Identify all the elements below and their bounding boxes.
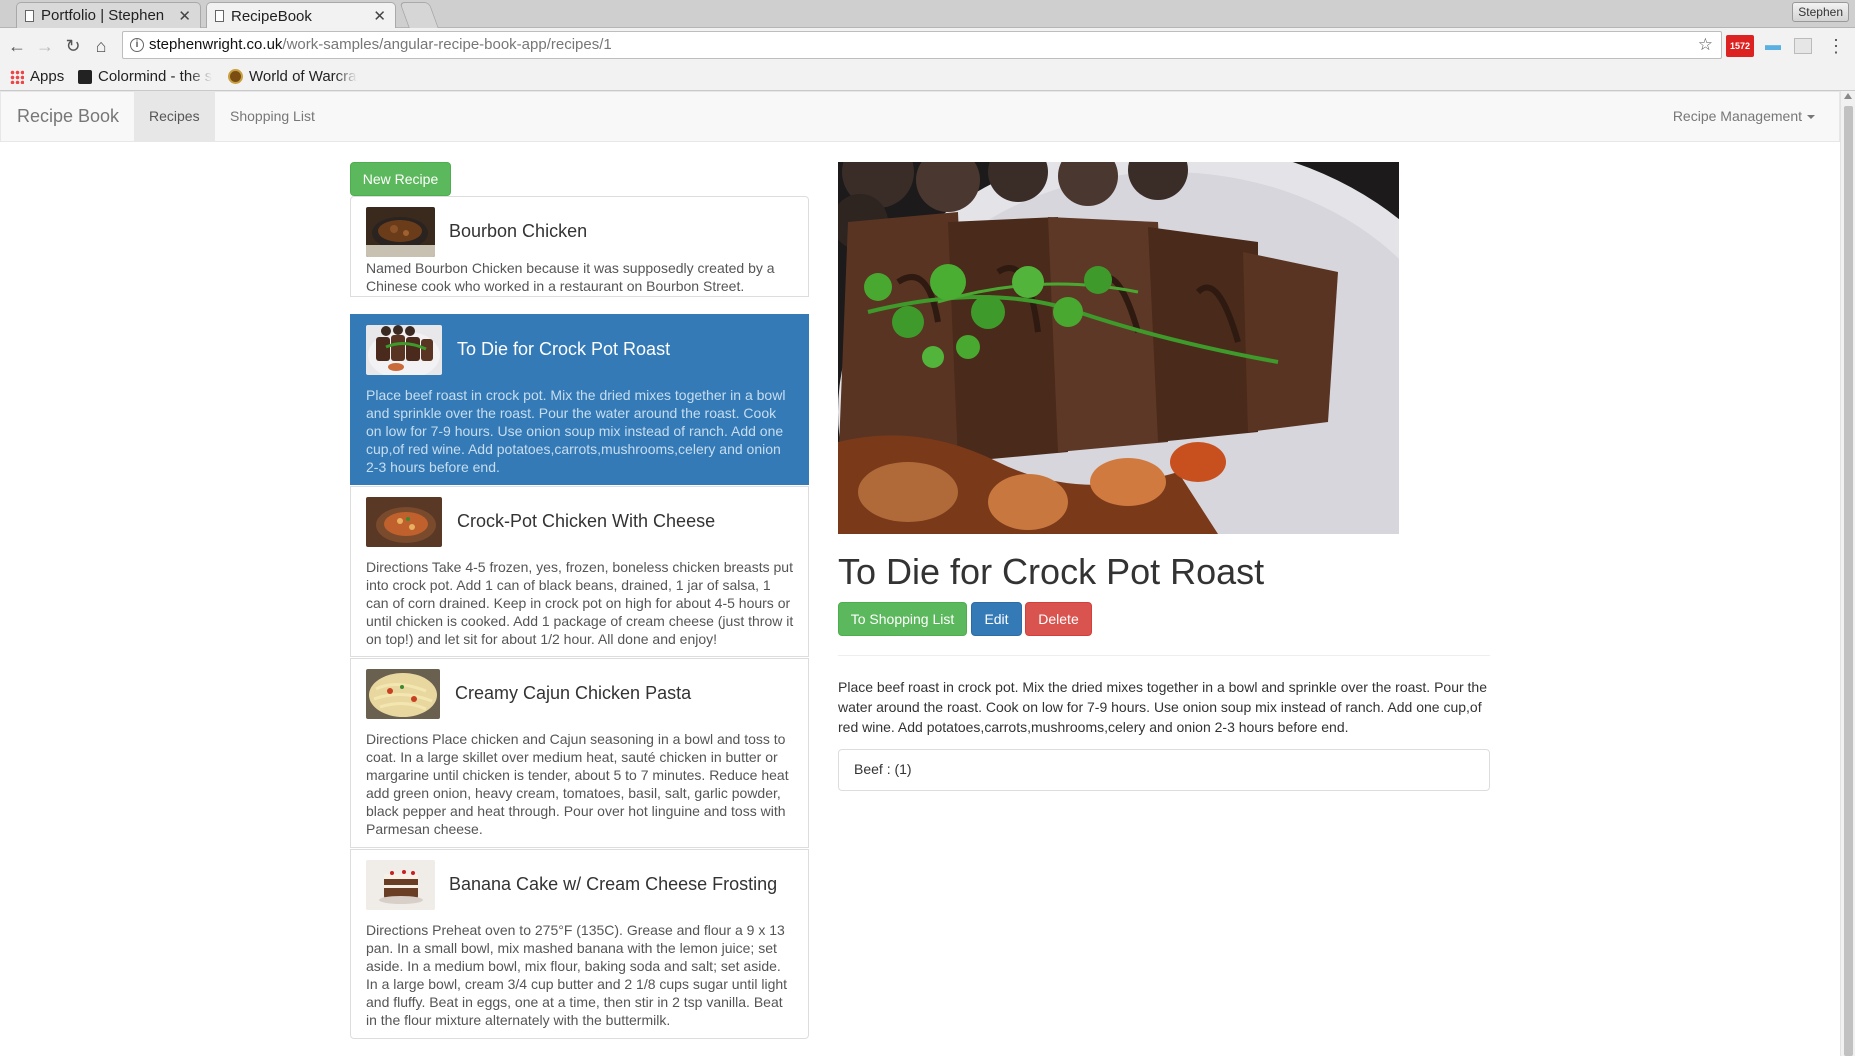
recipe-detail-description: Place beef roast in crock pot. Mix the d…	[838, 679, 1487, 735]
dropdown-label: Recipe Management	[1672, 108, 1802, 124]
recipe-name: Bourbon Chicken	[449, 221, 588, 241]
profile-button[interactable]: Stephen	[1792, 2, 1849, 22]
reload-icon[interactable]: ↻	[61, 34, 85, 58]
chat-extension-icon[interactable]: ▬	[1763, 35, 1783, 57]
recipe-name: Crock-Pot Chicken With Cheese	[457, 511, 716, 531]
url-host: stephenwright.co.uk	[149, 36, 283, 53]
scroll-up-icon[interactable]	[1844, 93, 1852, 99]
apps-grid-icon	[10, 69, 24, 84]
recipe-thumbnail	[366, 497, 442, 547]
url-path: /work-samples/angular-recipe-book-app/re…	[282, 36, 612, 53]
tab-title: RecipeBook	[231, 7, 312, 25]
ingredient-item: Beef : (1)	[854, 761, 912, 777]
back-icon[interactable]: ←	[5, 34, 29, 58]
recipe-list-item-banana-cake[interactable]: Banana Cake w/ Cream Cheese Frosting Dir…	[350, 849, 809, 1039]
nav-link-shopping-list[interactable]: Shopping List	[215, 92, 330, 141]
recipe-description: Directions Place chicken and Cajun seaso…	[366, 731, 789, 837]
delete-button[interactable]: Delete	[1025, 602, 1092, 636]
bookmarks-bar: Apps Colormind - the s World of Warcra	[0, 65, 1855, 91]
recipe-thumbnail	[366, 325, 442, 375]
page-scrollbar[interactable]	[1840, 91, 1855, 1056]
recipe-detail-image	[838, 162, 1399, 534]
edit-button[interactable]: Edit	[971, 602, 1022, 636]
scrollbar-thumb[interactable]	[1844, 106, 1853, 1056]
browser-tabstrip: Portfolio | Stephen ✕ RecipeBook ✕ Steph…	[0, 0, 1855, 29]
tab-title: Portfolio | Stephen	[41, 7, 165, 24]
recipe-name: Banana Cake w/ Cream Cheese Frosting	[449, 874, 778, 894]
recipe-name: To Die for Crock Pot Roast	[457, 339, 671, 359]
extension-icon[interactable]	[1794, 38, 1812, 54]
nav-link-recipes[interactable]: Recipes	[134, 92, 215, 141]
forward-icon[interactable]: →	[33, 34, 57, 58]
browser-tab-portfolio[interactable]: Portfolio | Stephen ✕	[16, 2, 201, 28]
recipe-description: Named Bourbon Chicken because it was sup…	[366, 260, 775, 294]
close-tab-icon[interactable]: ✕	[178, 7, 191, 25]
new-tab-button[interactable]	[399, 2, 439, 28]
bookmark-wow[interactable]: World of Warcra	[228, 68, 357, 85]
colormind-icon	[78, 69, 92, 84]
bookmark-star-icon[interactable]: ☆	[1698, 32, 1713, 58]
to-shopping-list-button[interactable]: To Shopping List	[838, 602, 967, 636]
recipe-detail-title: To Die for Crock Pot Roast	[838, 551, 1265, 592]
info-icon[interactable]: i	[130, 38, 144, 52]
recipe-description: Directions Preheat oven to 275°F (135C).…	[366, 922, 788, 1028]
navbar-brand[interactable]: Recipe Book	[17, 106, 119, 127]
recipe-description: Place beef roast in crock pot. Mix the d…	[366, 387, 786, 475]
close-tab-icon[interactable]: ✕	[373, 7, 386, 25]
browser-toolbar: ← → ↻ ⌂ i stephenwright.co.uk/work-sampl…	[0, 28, 1855, 65]
page-icon	[215, 10, 224, 22]
browser-menu-icon[interactable]: ⋮	[1826, 35, 1846, 57]
page-icon	[25, 10, 34, 22]
bookmark-label: World of Warcra	[249, 68, 357, 85]
recipe-list-item-cajun-pasta[interactable]: Creamy Cajun Chicken Pasta Directions Pl…	[350, 658, 809, 848]
home-icon[interactable]: ⌂	[89, 34, 113, 58]
bookmark-label: Apps	[30, 68, 65, 85]
gmail-extension-icon[interactable]: 1572	[1726, 35, 1754, 57]
app-navbar: Recipe Book Recipes Shopping List Recipe…	[0, 91, 1840, 142]
recipe-thumbnail	[366, 669, 440, 719]
recipe-list-item-crock-pot-roast[interactable]: To Die for Crock Pot Roast Place beef ro…	[350, 314, 809, 485]
caret-down-icon	[1807, 115, 1815, 120]
new-recipe-button[interactable]: New Recipe	[350, 162, 451, 196]
recipe-thumbnail	[366, 860, 435, 910]
bookmark-apps[interactable]: Apps	[10, 68, 64, 85]
address-bar[interactable]: i stephenwright.co.uk/work-samples/angul…	[122, 31, 1722, 59]
recipe-management-dropdown[interactable]: Recipe Management	[1673, 92, 1815, 141]
recipe-description: Directions Take 4-5 frozen, yes, frozen,…	[366, 559, 794, 647]
browser-tab-recipebook[interactable]: RecipeBook ✕	[206, 2, 396, 29]
bookmark-colormind[interactable]: Colormind - the s	[78, 68, 212, 85]
recipe-list-item-crock-pot-chicken[interactable]: Crock-Pot Chicken With Cheese Directions…	[350, 486, 809, 657]
bookmark-label: Colormind - the s	[98, 68, 213, 85]
divider	[838, 655, 1490, 656]
recipe-name: Creamy Cajun Chicken Pasta	[455, 683, 692, 703]
recipe-thumbnail	[366, 207, 435, 257]
gmail-count: 1572	[1729, 41, 1751, 51]
recipe-list-item-bourbon-chicken[interactable]: Bourbon Chicken Named Bourbon Chicken be…	[350, 196, 809, 297]
page-content: Recipe Book Recipes Shopping List Recipe…	[0, 91, 1840, 1056]
ingredient-list: Beef : (1)	[838, 749, 1490, 791]
world-of-warcraft-icon	[228, 69, 243, 84]
